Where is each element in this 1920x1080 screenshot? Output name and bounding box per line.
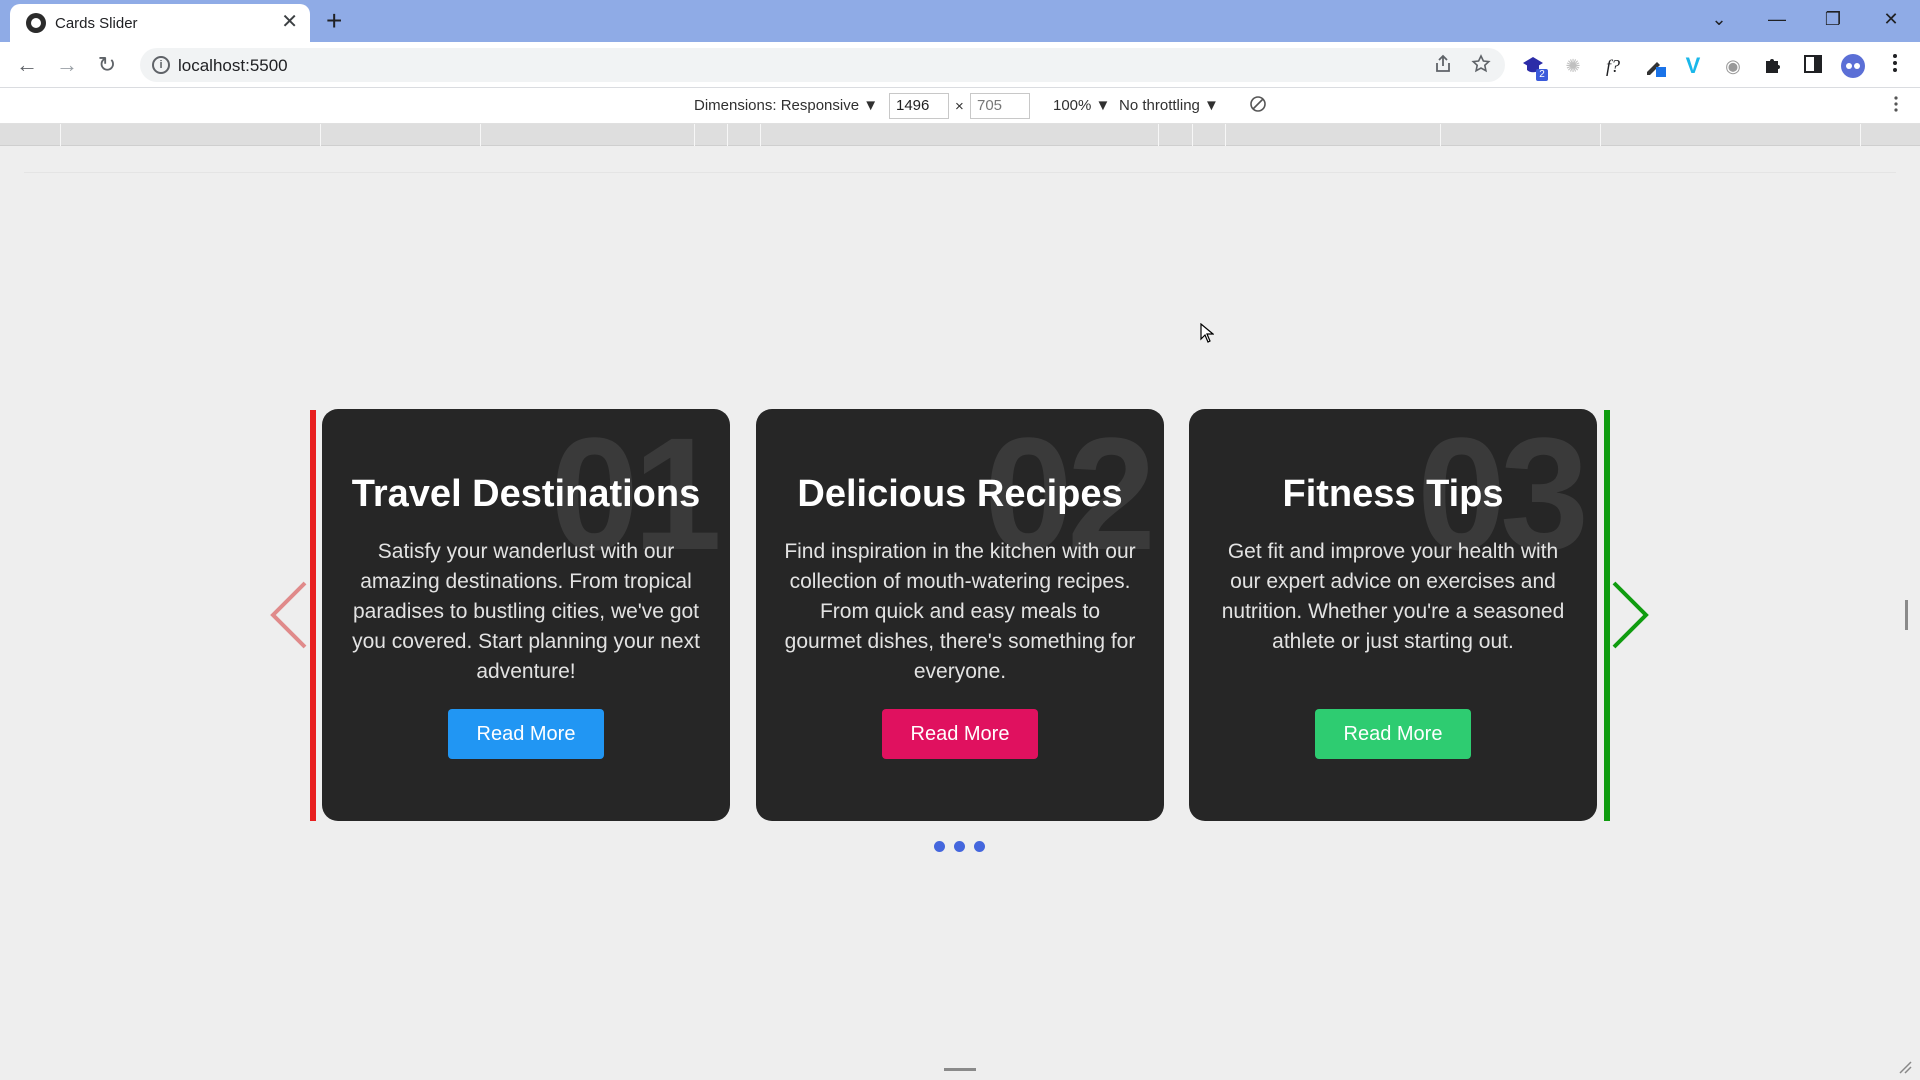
extension-badge: 2 [1536, 69, 1548, 81]
card-travel: 01 Travel Destinations Satisfy your wand… [322, 409, 730, 821]
width-input[interactable]: 1496 [889, 93, 949, 119]
next-arrow-icon[interactable] [1608, 575, 1652, 655]
card-title: Delicious Recipes [797, 473, 1123, 515]
formula-extension-icon[interactable]: f? [1600, 53, 1626, 79]
share-icon[interactable] [1433, 54, 1453, 80]
close-tab-icon[interactable]: ✕ [281, 11, 298, 33]
ruler-segment[interactable] [1440, 124, 1441, 146]
ruler-segment[interactable] [60, 124, 61, 146]
tab-strip: Cards Slider ✕ + ⌄ — ❐ ✕ [0, 0, 1920, 42]
bookmark-star-icon[interactable] [1471, 54, 1491, 80]
ruler-segment[interactable] [1225, 124, 1226, 146]
card-description: Satisfy your wanderlust with our amazing… [352, 540, 700, 683]
menu-icon[interactable] [1882, 53, 1908, 79]
tab-search-icon[interactable]: ⌄ [1704, 8, 1734, 30]
side-panel-icon[interactable] [1800, 53, 1826, 79]
puzzle-icon[interactable] [1760, 53, 1786, 79]
ruler-segment[interactable] [1158, 124, 1159, 146]
tab-title: Cards Slider [55, 15, 138, 32]
browser-tab[interactable]: Cards Slider ✕ [10, 4, 310, 42]
address-bar[interactable]: i localhost:5500 [140, 48, 1505, 82]
card-description: Get fit and improve your health with our… [1221, 540, 1565, 653]
height-input[interactable]: 705 [970, 93, 1030, 119]
corner-resize-handle[interactable] [1898, 1060, 1912, 1079]
media-query-ruler[interactable] [0, 124, 1920, 146]
read-more-button[interactable]: Read More [448, 709, 604, 759]
ruler-segment[interactable] [760, 124, 761, 146]
card-title: Fitness Tips [1282, 473, 1504, 515]
reload-button[interactable]: ↻ [92, 51, 122, 79]
pagination-dot[interactable] [974, 841, 985, 852]
right-resize-handle[interactable] [1905, 600, 1908, 630]
close-window-button[interactable]: ✕ [1876, 8, 1906, 30]
read-more-button[interactable]: Read More [882, 709, 1038, 759]
minimize-button[interactable]: — [1762, 8, 1792, 30]
vimeo-extension-icon[interactable]: V [1680, 53, 1706, 79]
ruler-segment[interactable] [1860, 124, 1861, 146]
pen-extension-icon[interactable] [1642, 53, 1668, 79]
globe-icon [26, 13, 46, 33]
profile-avatar[interactable] [1840, 53, 1866, 79]
new-tab-button[interactable]: + [326, 6, 342, 36]
browser-toolbar: ← → ↻ i localhost:5500 2 ✺ f? V ◉ [0, 42, 1920, 88]
rotate-icon[interactable] [1249, 95, 1267, 117]
card-recipes: 02 Delicious Recipes Find inspiration in… [756, 409, 1164, 821]
ruler-segment[interactable] [1192, 124, 1193, 146]
dimensions-dropdown[interactable]: Dimensions: Responsive ▼ [694, 97, 878, 114]
prev-arrow-icon[interactable] [267, 575, 311, 655]
bottom-resize-handle[interactable] [944, 1068, 976, 1071]
ruler-segment[interactable] [694, 124, 695, 146]
back-button[interactable]: ← [12, 51, 42, 79]
device-toolbar: Dimensions: Responsive ▼ 1496 × 705 100%… [0, 88, 1920, 124]
read-more-button[interactable]: Read More [1315, 709, 1471, 759]
forward-button[interactable]: → [52, 51, 82, 79]
card-fitness: 03 Fitness Tips Get fit and improve your… [1189, 409, 1597, 821]
info-icon[interactable]: i [152, 56, 170, 74]
ruler-segment[interactable] [320, 124, 321, 146]
card-description: Find inspiration in the kitchen with our… [784, 540, 1136, 683]
times-sign: × [955, 98, 964, 115]
card-title: Travel Destinations [351, 473, 701, 515]
pagination-dot[interactable] [954, 841, 965, 852]
pagination-dot[interactable] [934, 841, 945, 852]
ruler-segment[interactable] [727, 124, 728, 146]
extension-icon[interactable]: ✺ [1560, 53, 1586, 79]
extension-icon[interactable]: ◉ [1720, 53, 1746, 79]
ruler-segment[interactable] [1600, 124, 1601, 146]
more-options-icon[interactable] [1894, 96, 1898, 116]
ruler-segment[interactable] [480, 124, 481, 146]
restore-button[interactable]: ❐ [1818, 8, 1848, 30]
throttling-dropdown[interactable]: No throttling ▼ [1119, 97, 1219, 114]
extension-icon[interactable]: 2 [1520, 53, 1548, 81]
mouse-cursor-icon [1200, 322, 1215, 348]
zoom-dropdown[interactable]: 100% ▼ [1053, 97, 1110, 114]
url-text[interactable]: localhost:5500 [178, 56, 288, 76]
